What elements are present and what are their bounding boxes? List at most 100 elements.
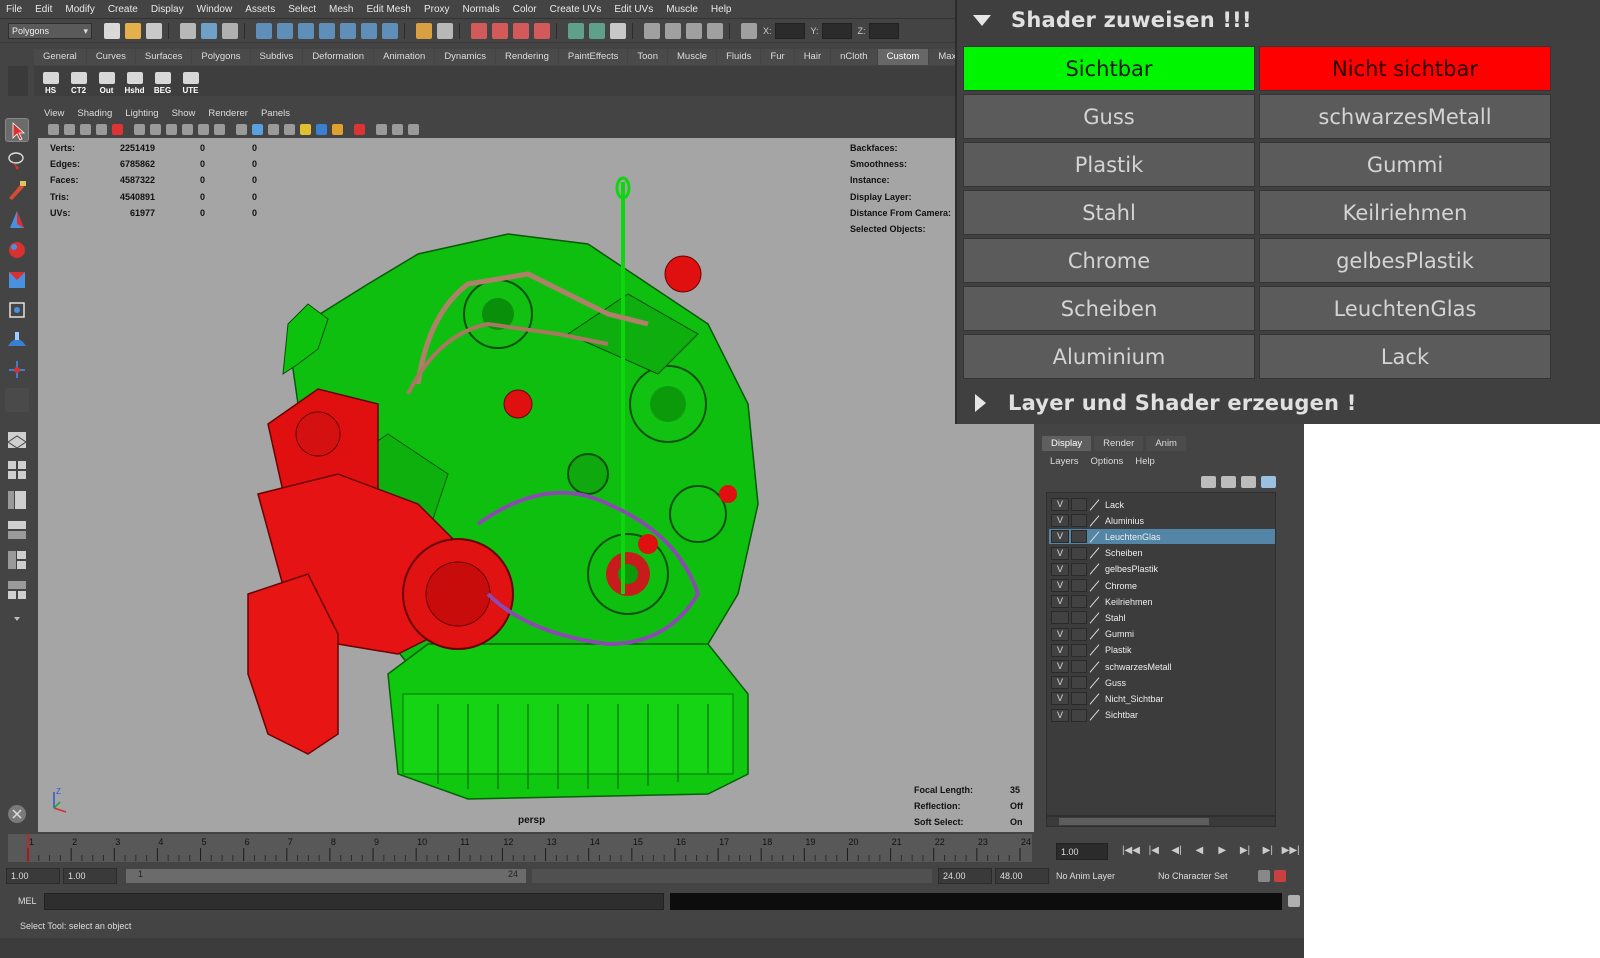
step-forward-frame-icon[interactable]: ▶| (1236, 844, 1255, 858)
move-layer-down-icon[interactable] (1221, 476, 1236, 488)
menu-muscle[interactable]: Muscle (666, 4, 698, 15)
play-backwards-icon[interactable]: ◀ (1190, 844, 1209, 858)
tab-display[interactable]: Display (1042, 436, 1092, 451)
shelf-tab-toon[interactable]: Toon (628, 49, 667, 65)
layout-single-icon[interactable] (5, 428, 29, 452)
menu-create-uvs[interactable]: Create UVs (550, 4, 602, 15)
rotate-tool-icon[interactable] (5, 238, 29, 262)
show-manipulator-icon[interactable] (5, 358, 29, 382)
layer-color-swatch[interactable] (1089, 628, 1101, 640)
camera-select-icon[interactable] (48, 124, 59, 135)
step-back-key-icon[interactable]: |◀ (1144, 844, 1163, 858)
manipulator-tool-icon[interactable] (5, 298, 29, 322)
section-header-shader-assign[interactable]: Shader zuweisen !!! (957, 0, 1600, 40)
layer-playback-toggle[interactable] (1071, 514, 1087, 528)
perspective-viewport[interactable]: Verts: 2251419 0 0 Edges: 6785862 0 0 Faces: 4587… (38, 138, 1034, 832)
outliner-icon[interactable] (665, 22, 681, 39)
snap-curve-icon[interactable] (277, 22, 293, 39)
shelf-menu-handle[interactable] (8, 66, 28, 96)
shelf-button-beg[interactable]: BEG (150, 67, 175, 95)
auto-key-icon[interactable] (1258, 870, 1270, 882)
layer-visibility-toggle[interactable]: V (1051, 708, 1069, 722)
shelf-tab-fluids[interactable]: Fluids (717, 49, 761, 65)
open-scene-icon[interactable] (125, 22, 141, 39)
layer-row-gelbesplastik[interactable]: VgelbesPlastik (1049, 562, 1275, 577)
character-set-dropdown[interactable]: No Character Set (1154, 868, 1250, 884)
menu-mesh[interactable]: Mesh (329, 4, 353, 15)
camera-attributes-icon[interactable] (64, 124, 75, 135)
graph-editor-icon[interactable] (707, 22, 723, 39)
menu-edit-mesh[interactable]: Edit Mesh (366, 4, 410, 15)
shader-button-schwarzesmetall[interactable]: schwarzesMetall (1259, 94, 1551, 139)
vp-menu-view[interactable]: View (44, 108, 64, 119)
shader-button-leuchtenglas[interactable]: LeuchtenGlas (1259, 286, 1551, 331)
layer-playback-toggle[interactable] (1071, 579, 1087, 592)
layer-playback-toggle[interactable] (1071, 660, 1087, 673)
shelf-tab-polygons[interactable]: Polygons (192, 49, 250, 65)
section-header-create-layers[interactable]: Layer und Shader erzeugen ! (957, 382, 1600, 424)
snap-point-icon[interactable] (298, 22, 314, 39)
menu-create[interactable]: Create (108, 4, 138, 15)
layer-row-sichtbar[interactable]: V Sichtbar (1049, 708, 1275, 723)
menu-select[interactable]: Select (288, 4, 316, 15)
move-layer-up-icon[interactable] (1201, 476, 1216, 488)
layout-render-icon[interactable] (5, 578, 29, 602)
shader-button-sichtbar[interactable]: Sichtbar (963, 46, 1255, 91)
animation-prefs-icon[interactable] (1274, 870, 1286, 882)
shelf-tab-ncloth[interactable]: nCloth (831, 49, 877, 65)
layer-color-swatch[interactable] (1089, 612, 1101, 624)
vp-menu-renderer[interactable]: Renderer (208, 108, 248, 119)
layer-playback-toggle[interactable] (1071, 643, 1087, 657)
layer-row-aluminius[interactable]: V Aluminius (1049, 513, 1275, 528)
shelf-button-hshd[interactable]: Hshd (122, 67, 147, 95)
transform-mode-icon[interactable] (741, 22, 757, 39)
select-component-icon[interactable] (222, 22, 238, 39)
image-plane-icon[interactable] (96, 124, 107, 135)
shader-button-gummi[interactable]: Gummi (1259, 142, 1551, 187)
layer-visibility-toggle[interactable]: V (1051, 530, 1069, 544)
layer-playback-toggle[interactable] (1071, 562, 1087, 576)
tab-render[interactable]: Render (1094, 436, 1144, 451)
layer-color-swatch[interactable] (1089, 547, 1101, 559)
resolution-gate-icon[interactable] (150, 124, 161, 135)
layer-playback-toggle[interactable] (1071, 676, 1087, 690)
go-to-start-icon[interactable]: |◀◀ (1122, 844, 1141, 858)
shader-button-gelbesplastik[interactable]: gelbesPlastik (1259, 238, 1551, 283)
engine-model[interactable] (228, 174, 788, 814)
layer-visibility-toggle[interactable]: V (1051, 660, 1069, 673)
lock-icon[interactable] (416, 22, 432, 39)
snap-surface-icon[interactable] (340, 22, 356, 39)
tab-anim[interactable]: Anim (1146, 436, 1186, 451)
select-tool-icon[interactable] (5, 118, 29, 142)
layer-menu-layers[interactable]: Layers (1050, 456, 1079, 467)
save-scene-icon[interactable] (146, 22, 162, 39)
shelf-button-hs[interactable]: HS (38, 67, 63, 95)
bookmark-icon[interactable] (80, 124, 91, 135)
layer-color-swatch[interactable] (1089, 693, 1101, 705)
shader-button-keilriehmen[interactable]: Keilriehmen (1259, 190, 1551, 235)
mel-input[interactable] (44, 892, 664, 910)
quick-layout-icon[interactable] (5, 802, 29, 826)
shelf-tab-general[interactable]: General (34, 49, 86, 65)
menu-proxy[interactable]: Proxy (424, 4, 450, 15)
snap-grid-icon[interactable] (256, 22, 272, 39)
scrollbar-thumb[interactable] (1059, 818, 1209, 825)
display-icon[interactable] (644, 22, 660, 39)
new-layer-icon[interactable] (1241, 476, 1256, 488)
menu-help[interactable]: Help (711, 4, 732, 15)
layer-color-swatch[interactable] (1089, 677, 1101, 689)
hypergraph-icon[interactable] (686, 22, 702, 39)
shelf-tab-surfaces[interactable]: Surfaces (135, 49, 192, 65)
layer-playback-toggle[interactable] (1071, 611, 1087, 625)
shelf-tab-curves[interactable]: Curves (86, 49, 135, 65)
default-lighting-icon[interactable] (300, 124, 311, 135)
layer-color-swatch[interactable] (1089, 580, 1101, 592)
script-editor-icon[interactable] (1288, 895, 1300, 907)
xray-icon[interactable] (376, 124, 387, 135)
channel-box-icon[interactable] (568, 22, 584, 39)
layer-visibility-toggle[interactable] (1051, 611, 1069, 625)
current-time-marker[interactable] (26, 834, 30, 862)
soft-mod-tool-icon[interactable] (5, 328, 29, 352)
layer-visibility-toggle[interactable]: V (1051, 676, 1069, 690)
layer-visibility-toggle[interactable]: V (1051, 514, 1069, 528)
